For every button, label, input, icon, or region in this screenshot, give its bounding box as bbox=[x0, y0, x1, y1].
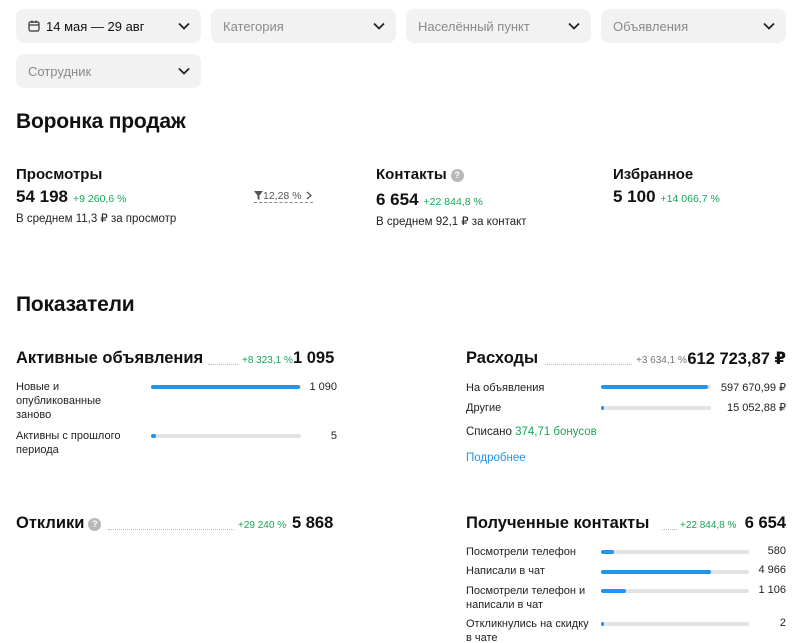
locality-label: Населённый пункт bbox=[418, 18, 530, 34]
dotted-leader bbox=[108, 529, 234, 530]
contacts-value: 6 654 bbox=[376, 190, 419, 209]
expenses-bar bbox=[601, 406, 711, 410]
expenses-row-label: Другие bbox=[466, 402, 502, 414]
dotted-leader bbox=[208, 364, 238, 365]
written-off-value: 374,71 бонусов bbox=[515, 426, 597, 438]
category-filter[interactable]: Категория bbox=[211, 9, 396, 43]
contacts-bar-fill bbox=[601, 589, 626, 593]
active-ads-title: Активные объявления bbox=[16, 349, 204, 367]
responses-delta: +29 240 % bbox=[238, 520, 287, 531]
active-ads-total: 1 095 bbox=[293, 349, 335, 367]
contacts-bar bbox=[601, 550, 749, 554]
contacts-avg: В среднем 92,1 ₽ за контакт bbox=[376, 216, 527, 228]
responses-title: Отклики bbox=[16, 514, 85, 532]
expenses-title: Расходы bbox=[466, 349, 539, 367]
contacts-label-row: Контакты? bbox=[376, 166, 464, 183]
received-contacts-delta: +22 844,8 % bbox=[680, 520, 737, 531]
contacts-row-value: 4 966 bbox=[758, 564, 786, 576]
contacts-delta: +22 844,8 % bbox=[423, 196, 483, 208]
ads-filter[interactable]: Объявления bbox=[601, 9, 786, 43]
contacts-row-label: Посмотрели телефон bbox=[466, 546, 576, 558]
expenses-row-value: 597 670,99 ₽ bbox=[720, 382, 786, 394]
favorites-delta: +14 066,7 % bbox=[660, 193, 720, 205]
views-delta: +9 260,6 % bbox=[73, 193, 127, 205]
views-avg: В среднем 11,3 ₽ за просмотр bbox=[16, 213, 177, 225]
contacts-bar bbox=[601, 570, 749, 574]
category-label: Категория bbox=[223, 18, 284, 34]
chevron-down-icon bbox=[178, 67, 190, 75]
active-ads-bar-fill bbox=[151, 385, 301, 389]
active-ads-delta: +8 323,1 % bbox=[242, 355, 293, 366]
contacts-row-value: 1 106 bbox=[758, 584, 786, 596]
active-ads-row-label: Новые и опубликованные заново bbox=[16, 381, 102, 421]
expenses-bar-fill bbox=[601, 406, 605, 410]
chevron-down-icon bbox=[178, 22, 190, 30]
active-ads-bar-fill bbox=[151, 434, 156, 438]
help-icon[interactable]: ? bbox=[88, 518, 102, 531]
expenses-row-value: 15 052,88 ₽ bbox=[727, 402, 786, 414]
expenses-delta: +3 634,1 % bbox=[636, 355, 687, 366]
received-contacts-total: 6 654 bbox=[744, 514, 786, 532]
active-ads-row-label: Активны с прошлого периода bbox=[16, 430, 121, 456]
dotted-leader bbox=[662, 529, 677, 530]
locality-filter[interactable]: Населённый пункт bbox=[406, 9, 591, 43]
conversion-value: 12,28 % bbox=[263, 190, 302, 202]
active-ads-row-value: 5 bbox=[330, 430, 337, 442]
received-contacts-title: Полученные контакты bbox=[466, 514, 650, 532]
contacts-label: Контакты bbox=[376, 166, 447, 183]
ads-label: Объявления bbox=[613, 18, 689, 34]
favorites-label: Избранное bbox=[613, 166, 694, 183]
date-range-label: 14 мая — 29 авг bbox=[46, 18, 145, 34]
chevron-down-icon bbox=[568, 22, 580, 30]
employee-filter[interactable]: Сотрудник bbox=[16, 54, 201, 88]
contacts-row-value: 2 bbox=[779, 617, 786, 629]
responses-total: 5 868 bbox=[292, 514, 334, 532]
contacts-row-value: 580 bbox=[767, 545, 786, 557]
favorites-value: 5 100 bbox=[613, 187, 656, 206]
employee-label: Сотрудник bbox=[28, 63, 92, 79]
contacts-bar-fill bbox=[601, 550, 614, 554]
expenses-total: 612 723,87 ₽ bbox=[687, 350, 786, 368]
chevron-right-icon bbox=[306, 191, 312, 200]
help-icon[interactable]: ? bbox=[450, 169, 464, 182]
responses-title-row: Отклики? bbox=[16, 514, 102, 533]
chevron-down-icon bbox=[373, 22, 385, 30]
active-ads-row-value: 1 090 bbox=[309, 381, 337, 393]
views-label: Просмотры bbox=[16, 166, 103, 183]
contacts-bar bbox=[601, 622, 749, 626]
calendar-icon bbox=[28, 20, 40, 32]
expenses-bar bbox=[601, 385, 711, 389]
views-value: 54 198 bbox=[16, 187, 68, 206]
chevron-down-icon bbox=[763, 22, 775, 30]
written-off-text: Списано 374,71 бонусов bbox=[466, 426, 597, 438]
contacts-row-label: Откликнулись на скидку в чате bbox=[466, 618, 589, 643]
written-off-label: Списано bbox=[466, 426, 512, 438]
indicators-title: Показатели bbox=[16, 293, 135, 316]
contacts-bar-fill bbox=[601, 622, 604, 626]
more-details-link[interactable]: Подробнее bbox=[466, 452, 526, 464]
active-ads-bar bbox=[151, 434, 301, 438]
contacts-bar bbox=[601, 589, 749, 593]
funnel-title: Воронка продаж bbox=[16, 110, 186, 133]
date-range-filter[interactable]: 14 мая — 29 авг bbox=[16, 9, 201, 43]
contacts-value-row: 6 654 +22 844,8 % bbox=[376, 190, 483, 210]
conversion-link[interactable]: 12,28 % bbox=[254, 190, 313, 203]
dotted-leader bbox=[545, 364, 632, 365]
favorites-value-row: 5 100 +14 066,7 % bbox=[613, 187, 720, 207]
active-ads-bar bbox=[151, 385, 301, 389]
filter-funnel-icon bbox=[254, 191, 263, 200]
contacts-row-label: Написали в чат bbox=[466, 565, 545, 577]
expenses-row-label: На объявления bbox=[466, 382, 545, 394]
contacts-bar-fill bbox=[601, 570, 712, 574]
contacts-row-label: Посмотрели телефон и написали в чат bbox=[466, 585, 586, 611]
views-value-row: 54 198 +9 260,6 % bbox=[16, 187, 126, 207]
expenses-bar-fill bbox=[601, 385, 709, 389]
